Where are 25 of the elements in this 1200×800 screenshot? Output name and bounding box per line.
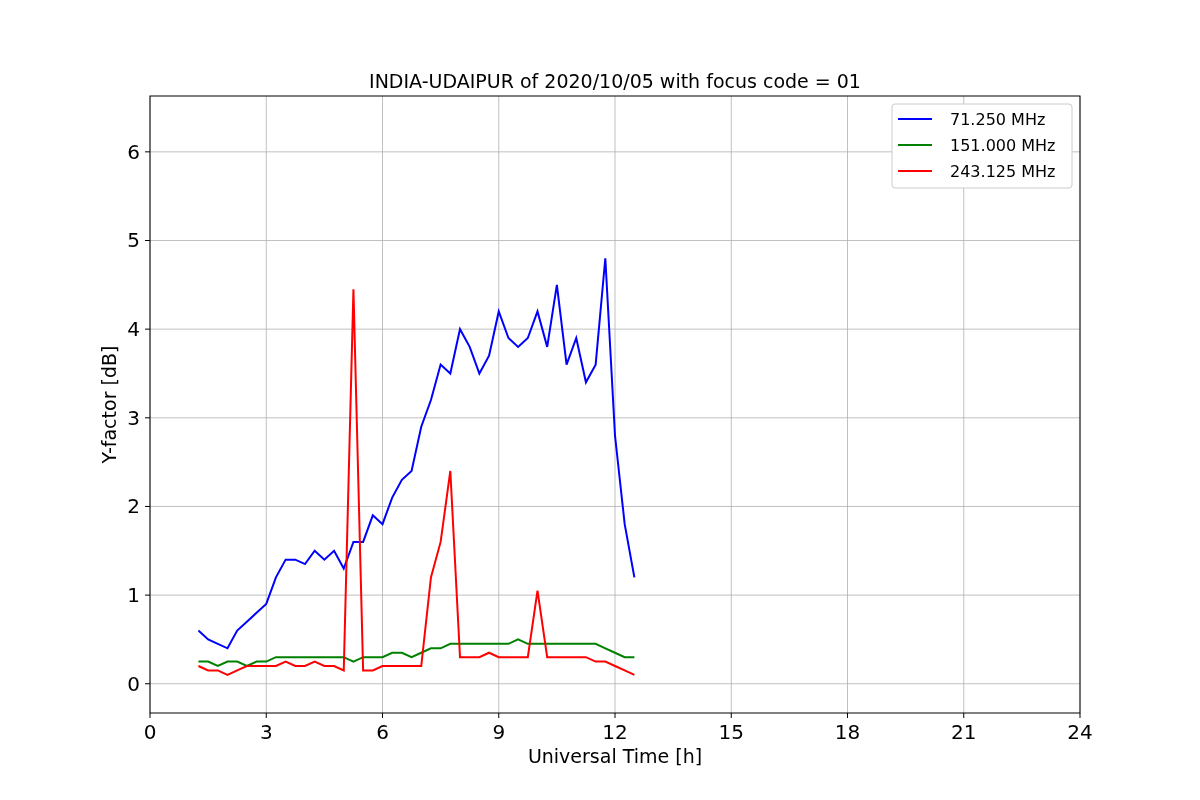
- legend-line: [897, 170, 933, 172]
- y-tick-label: 3: [127, 405, 140, 430]
- y-tick-label: 2: [127, 494, 140, 519]
- legend-line: [897, 118, 933, 120]
- x-tick-label: 24: [1067, 720, 1093, 744]
- y-tick-label: 1: [127, 583, 140, 608]
- x-tick-label: 0: [143, 720, 157, 744]
- x-tick-label: 21: [951, 720, 977, 744]
- y-tick-label: 0: [127, 671, 140, 696]
- x-tick-label: 15: [718, 720, 744, 744]
- legend-label: 71.250 MHz: [950, 110, 1046, 129]
- legend-line: [897, 144, 933, 146]
- x-tick-label: 3: [259, 720, 273, 744]
- y-tick-label: 4: [127, 317, 140, 342]
- x-tick-label: 18: [834, 720, 861, 744]
- y-tick-label: 6: [127, 139, 140, 164]
- x-axis-label: Universal Time [h]: [527, 745, 703, 767]
- legend-label: 151.000 MHz: [950, 136, 1056, 155]
- y-tick-label: 5: [127, 228, 140, 253]
- x-tick-label: 6: [376, 720, 389, 744]
- legend-label: 243.125 MHz: [950, 162, 1056, 181]
- y-axis-label: Y-factor [dB]: [98, 345, 120, 464]
- chart-title: INDIA-UDAIPUR of 2020/10/05 with focus code = 01: [369, 70, 861, 92]
- x-tick-label: 9: [492, 720, 506, 744]
- x-tick-label: 12: [602, 720, 628, 744]
